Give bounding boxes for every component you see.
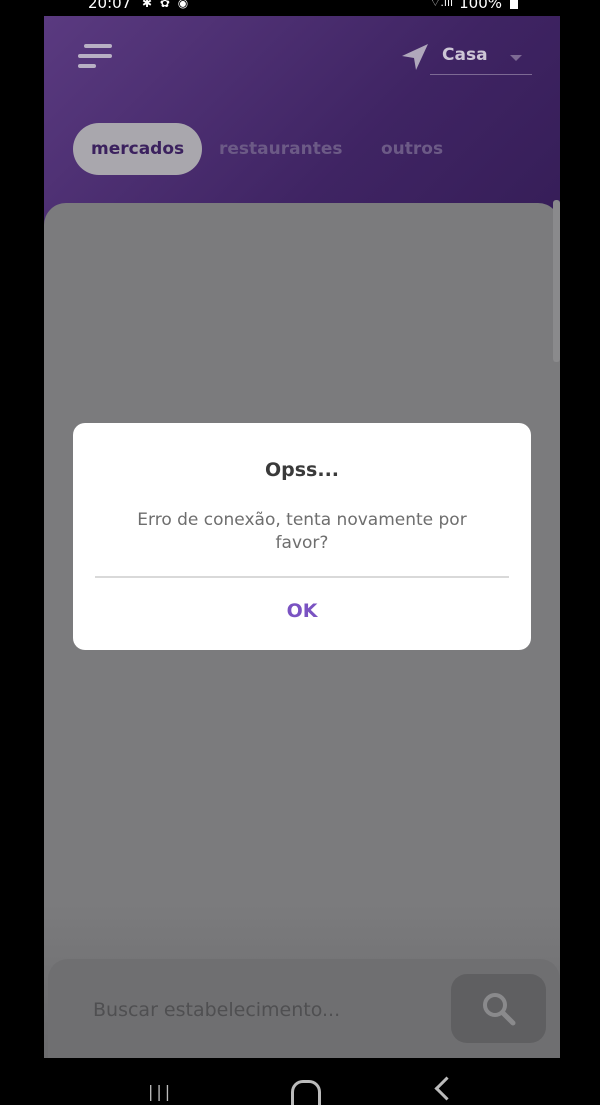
search-button[interactable] [451, 974, 546, 1043]
navigation-arrow-icon[interactable] [398, 42, 432, 72]
dialog-message: Erro de conexão, tenta novamente por fav… [137, 510, 467, 553]
notification-icons: ✱ ✿ ◉ [142, 0, 191, 10]
search-icon [483, 993, 516, 1026]
battery-text: 100% [459, 0, 502, 12]
back-icon[interactable] [434, 1076, 459, 1101]
location-select[interactable]: Casa [430, 42, 532, 75]
status-bar: 20:07 ✱ ✿ ◉ ⌔.ıll 100% [0, 0, 600, 16]
tab-restaurantes[interactable]: restaurantes [219, 123, 342, 175]
status-time: 20:07 [88, 0, 132, 12]
signal-icon: ⌔.ıll [430, 0, 454, 9]
menu-icon[interactable] [78, 44, 116, 70]
status-indicators: ⌔.ıll 100% [430, 0, 518, 12]
tab-mercados[interactable]: mercados [73, 123, 203, 175]
divider [95, 576, 509, 578]
ok-button[interactable]: OK [73, 591, 531, 631]
scrollbar[interactable] [553, 200, 560, 362]
battery-icon [510, 0, 518, 9]
dialog-title: Opss... [264, 459, 340, 481]
recent-apps-icon[interactable]: ||| [148, 1082, 173, 1101]
error-dialog: Opss... Erro de conexão, tenta novamente… [73, 423, 531, 650]
chevron-down-icon [510, 55, 522, 61]
search-input[interactable]: Buscar estabelecimento... [93, 999, 340, 1021]
system-nav-bar: ||| [0, 1058, 600, 1105]
home-icon[interactable] [291, 1080, 321, 1105]
tab-outros[interactable]: outros [381, 123, 443, 175]
search-bar: Buscar estabelecimento... [48, 959, 560, 1058]
location-value: Casa [442, 45, 488, 65]
